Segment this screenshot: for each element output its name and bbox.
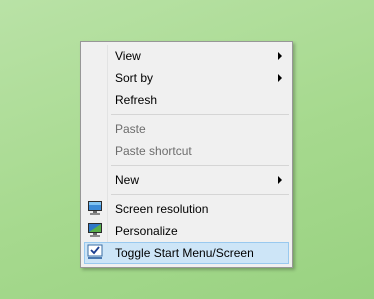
menu-separator [111,194,289,195]
personalize-icon [88,223,102,237]
menu-item-refresh[interactable]: Refresh [84,89,289,111]
menu-item-label: Sort by [115,71,154,85]
desktop-context-menu: View Sort by Refresh Paste Paste shortcu… [80,41,293,268]
menu-item-paste-shortcut[interactable]: Paste shortcut [84,140,289,162]
menu-separator [111,114,289,115]
menu-item-label: Paste shortcut [115,144,192,158]
submenu-arrow-icon [278,74,282,82]
menu-item-screen-resolution[interactable]: Screen resolution [84,198,289,220]
menu-item-label: View [115,49,141,63]
monitor-icon [88,201,102,215]
menu-item-personalize[interactable]: Personalize [84,220,289,242]
submenu-arrow-icon [278,176,282,184]
checkbox-checked-icon [87,244,103,259]
menu-item-label: Toggle Start Menu/Screen [115,246,254,260]
menu-item-label: Refresh [115,93,158,107]
menu-item-toggle-start-menu-screen[interactable]: Toggle Start Menu/Screen [84,242,289,264]
menu-item-paste[interactable]: Paste [84,118,289,140]
menu-item-view[interactable]: View [84,45,289,67]
menu-separator [111,165,289,166]
menu-item-new[interactable]: New [84,169,289,191]
menu-item-label: Personalize [115,224,178,238]
menu-item-sort-by[interactable]: Sort by [84,67,289,89]
menu-item-label: Paste [115,122,146,136]
menu-item-label: Screen resolution [115,202,209,216]
submenu-arrow-icon [278,52,282,60]
menu-item-label: New [115,173,140,187]
